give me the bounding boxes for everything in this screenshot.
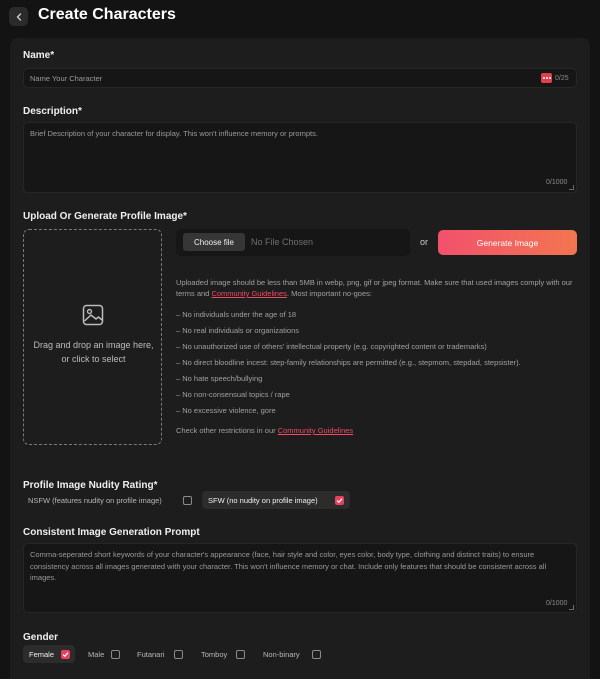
community-guidelines-link-2[interactable]: Community Guidelines (278, 426, 353, 435)
gender-female-label[interactable]: Female (29, 650, 54, 659)
back-button[interactable] (9, 7, 28, 26)
consistent-prompt-label: Consistent Image Generation Prompt (23, 527, 200, 538)
rule-item: – No real individuals or organizations (176, 326, 299, 335)
sfw-checkbox[interactable] (335, 496, 344, 505)
chevron-left-icon (16, 12, 21, 21)
rule-item: – No individuals under the age of 18 (176, 310, 297, 319)
generate-image-button[interactable]: Generate Image (438, 230, 577, 255)
gender-tomboy-checkbox[interactable] (236, 650, 245, 659)
check-icon (336, 498, 343, 504)
dropzone-text-line2: or click to select (61, 354, 126, 364)
consistent-prompt-counter: 0/1000 (546, 600, 568, 607)
nsfw-option-label[interactable]: NSFW (features nudity on profile image) (28, 496, 162, 505)
description-label: Description* (23, 106, 82, 117)
gender-nonbinary-checkbox[interactable] (312, 650, 321, 659)
community-guidelines-link[interactable]: Community Guidelines (211, 289, 286, 298)
gender-male-label[interactable]: Male (88, 650, 104, 659)
dropzone-text-line1: Drag and drop an image here, (33, 340, 154, 350)
description-placeholder: Brief Description of your character for … (30, 129, 318, 138)
choose-file-button[interactable]: Choose file (183, 233, 245, 251)
description-counter: 0/1000 (546, 179, 568, 186)
page-header: Create Characters (0, 0, 600, 36)
consistent-prompt-placeholder: Comma-seperated short keywords of your c… (30, 550, 547, 582)
other-restrictions: Check other restrictions in our Communit… (176, 425, 353, 436)
name-placeholder: Name Your Character (30, 74, 103, 83)
gender-male-checkbox[interactable] (111, 650, 120, 659)
gender-futanari-checkbox[interactable] (174, 650, 183, 659)
or-text: or (420, 237, 429, 247)
gender-female-checkbox[interactable] (61, 650, 70, 659)
name-counter: 0/25 (555, 75, 569, 82)
check-icon (62, 652, 69, 658)
profile-image-label: Upload Or Generate Profile Image* (23, 211, 187, 222)
gender-futanari-label[interactable]: Futanari (137, 650, 165, 659)
rule-item: – No unauthorized use of others' intelle… (176, 342, 487, 351)
nsfw-checkbox[interactable] (183, 496, 192, 505)
upload-info-text-end: . Most important no-goes: (286, 289, 372, 298)
no-file-text: No File Chosen (251, 237, 314, 247)
nudity-rating-label: Profile Image Nudity Rating* (23, 480, 158, 491)
more-dots-icon[interactable] (541, 73, 552, 83)
gender-label: Gender (23, 632, 59, 643)
rule-item: – No excessive violence, gore (176, 406, 276, 415)
name-input[interactable] (23, 68, 577, 88)
page-title: Create Characters (38, 6, 176, 23)
sfw-option-label[interactable]: SFW (no nudity on profile image) (208, 496, 318, 505)
rule-item: – No non-consensual topics / rape (176, 390, 290, 399)
name-label: Name* (23, 50, 55, 61)
image-dropzone[interactable]: Drag and drop an image here, or click to… (23, 229, 162, 445)
rule-item: – No direct bloodline incest: step-famil… (176, 358, 521, 367)
gender-nonbinary-label[interactable]: Non-binary (263, 650, 300, 659)
gender-tomboy-label[interactable]: Tomboy (201, 650, 227, 659)
image-icon (82, 304, 104, 326)
rule-item: – No hate speech/bullying (176, 374, 263, 383)
resize-handle[interactable] (569, 185, 574, 190)
resize-handle-2[interactable] (569, 605, 574, 610)
other-restrictions-text: Check other restrictions in our (176, 426, 276, 435)
upload-info: Uploaded image should be less than 5MB i… (176, 277, 576, 299)
